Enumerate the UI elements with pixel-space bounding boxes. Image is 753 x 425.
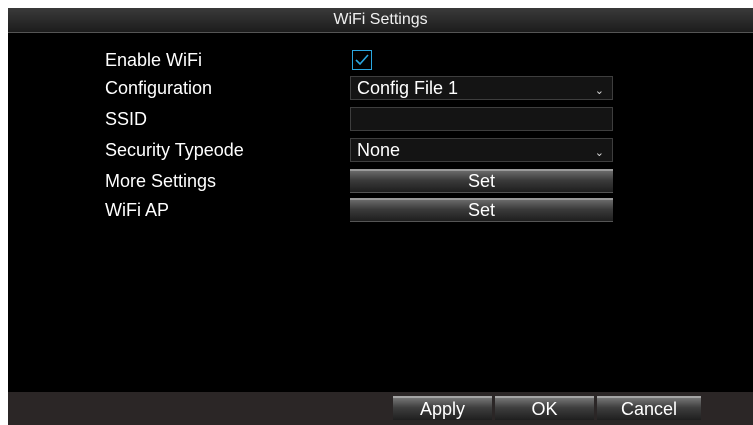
security-type-label: Security Typeode [105,140,244,160]
cancel-button[interactable]: Cancel [597,396,701,420]
configuration-select[interactable]: Config File 1 ⌄ [350,76,613,100]
chevron-down-icon: ⌄ [594,85,604,97]
apply-button[interactable]: Apply [393,396,492,420]
more-settings-label: More Settings [105,171,217,191]
ssid-label: SSID [105,109,148,129]
more-settings-set-button[interactable]: Set [350,169,613,193]
enable-wifi-checkbox[interactable] [352,50,372,70]
ssid-input[interactable] [350,107,613,131]
window-title: WiFi Settings [8,8,753,33]
wifi-ap-label: WiFi AP [105,200,170,220]
security-type-select[interactable]: None ⌄ [350,138,613,162]
wifi-ap-set-button[interactable]: Set [350,198,613,222]
chevron-down-icon: ⌄ [594,147,604,159]
wifi-settings-window: WiFi Settings Enable WiFi Configuration … [8,8,753,425]
configuration-value: Config File 1 [357,78,459,98]
security-type-value: None [357,140,401,160]
configuration-label: Configuration [105,78,213,98]
enable-wifi-label: Enable WiFi [105,50,203,70]
ok-button[interactable]: OK [495,396,594,420]
checkmark-icon [355,54,369,66]
